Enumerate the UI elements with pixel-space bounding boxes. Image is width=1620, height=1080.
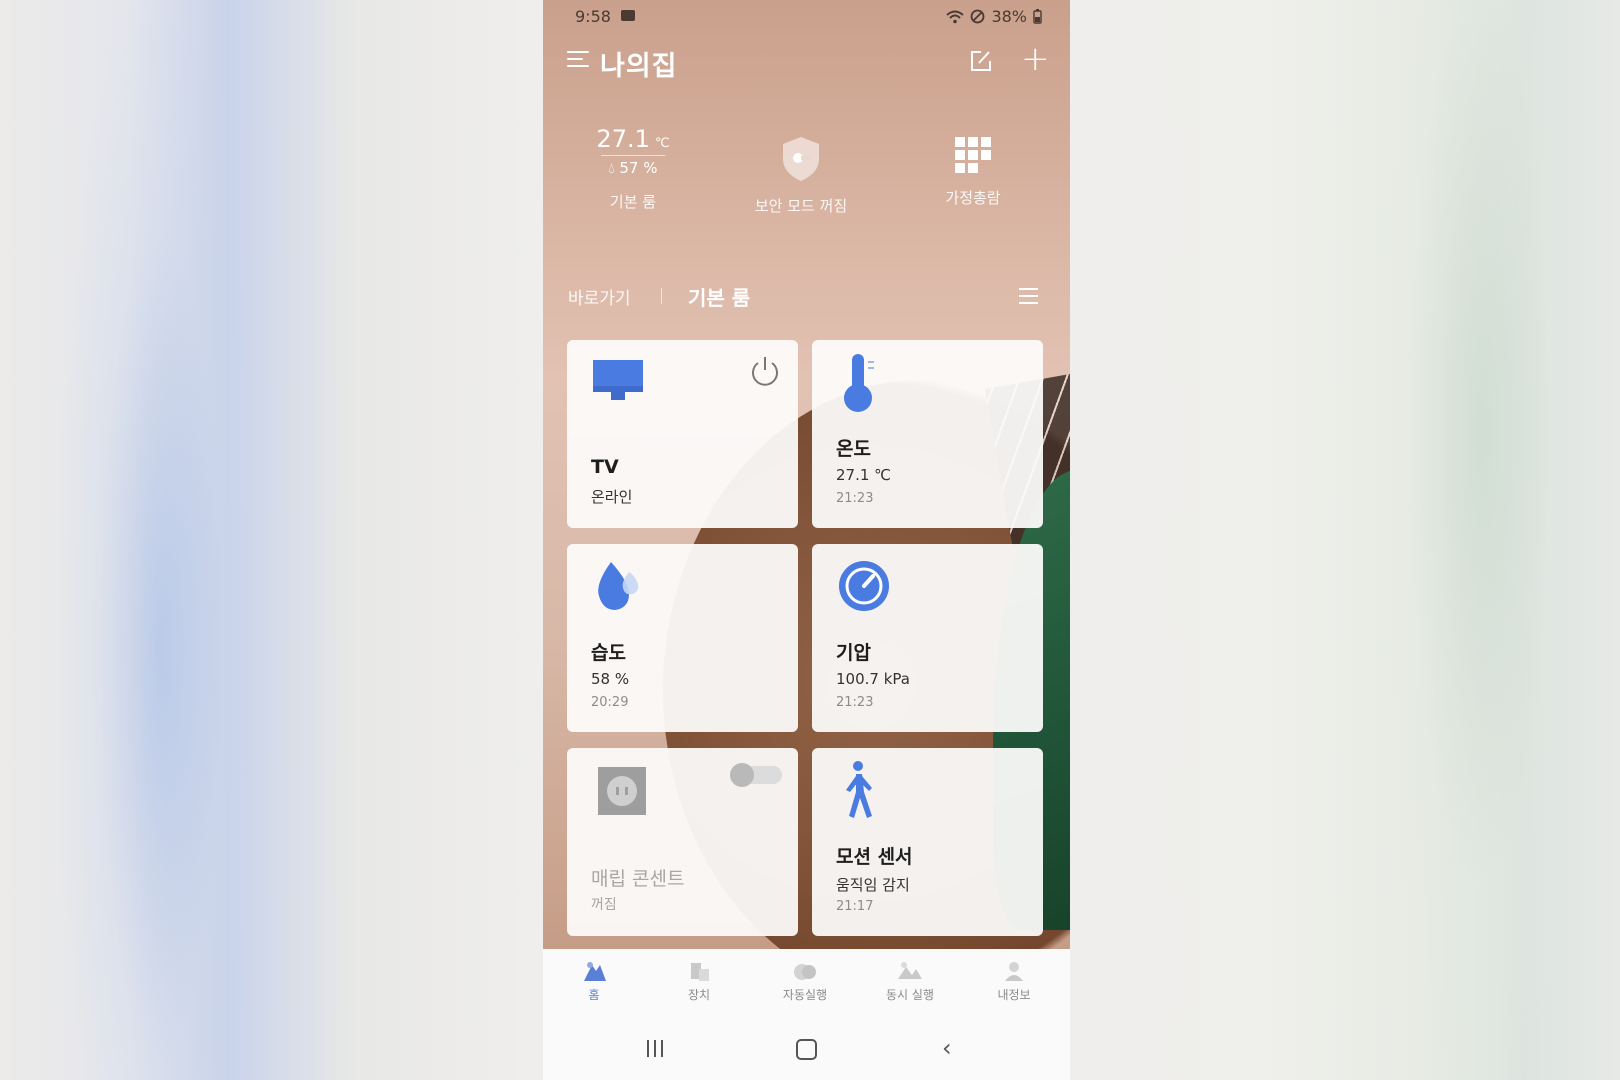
scene-icon <box>898 962 922 979</box>
device-name: 온도 <box>836 438 871 460</box>
home-button-icon[interactable] <box>796 1039 817 1060</box>
home-overview[interactable]: 가정총람 <box>913 135 1033 208</box>
device-status: 꺼짐 <box>591 897 617 913</box>
profile-icon <box>1005 962 1023 981</box>
thermometer-icon <box>844 354 874 412</box>
divider <box>601 155 665 156</box>
tab-divider <box>661 288 662 304</box>
status-right: 38% <box>946 7 1042 26</box>
screen-record-icon <box>621 10 635 21</box>
power-icon[interactable] <box>748 354 782 388</box>
status-time: 9:58 <box>575 7 611 26</box>
menu-icon[interactable] <box>567 51 589 71</box>
battery-icon <box>1033 9 1042 24</box>
nav-scenes[interactable]: 동시 실행 <box>865 959 955 1003</box>
bottom-nav: 홈 장치 자동실행 동시 실행 내정보 <box>543 949 1070 1019</box>
summary-temp-unit: ℃ <box>654 136 670 151</box>
device-value: 100.7 kPa <box>836 670 910 688</box>
device-card-temperature[interactable]: 온도 27.1 ℃ 21:23 <box>812 340 1043 528</box>
device-status: 움직임 감지 <box>836 876 910 894</box>
device-value: 27.1 ℃ <box>836 466 892 484</box>
home-icon <box>584 962 606 981</box>
gauge-icon <box>839 561 889 611</box>
nav-label: 장치 <box>687 988 711 1002</box>
walking-person-icon <box>846 761 872 818</box>
device-status: 온라인 <box>591 488 633 506</box>
device-card-humidity[interactable]: 습도 58 % 20:29 <box>567 544 798 732</box>
temp-summary-label: 기본 룸 <box>609 193 657 211</box>
device-time: 20:29 <box>591 695 629 710</box>
summary-temp: 27.1 <box>596 125 650 153</box>
security-shield-icon <box>783 137 819 181</box>
device-card-tv[interactable]: TV 온라인 <box>567 340 798 528</box>
status-bar: 9:58 38% <box>543 0 1070 32</box>
page-title: 나의집 <box>600 51 678 82</box>
nav-label: 홈 <box>588 988 600 1002</box>
automation-icon <box>794 964 816 980</box>
back-icon[interactable]: ‹ <box>942 1034 952 1062</box>
nav-label: 동시 실행 <box>886 988 934 1002</box>
device-card-motion[interactable]: 모션 센서 움직임 감지 21:17 <box>812 748 1043 936</box>
device-time: 21:17 <box>836 899 874 914</box>
device-card-outlet[interactable]: 매립 콘센트 꺼짐 <box>567 748 798 936</box>
nav-automation[interactable]: 자동실행 <box>760 959 850 1003</box>
device-icon <box>691 963 709 981</box>
nav-home[interactable]: 홈 <box>549 959 639 1003</box>
list-menu-icon[interactable] <box>1019 288 1038 309</box>
tv-icon <box>593 360 643 400</box>
device-value: 58 % <box>591 670 630 688</box>
water-drop-icon <box>598 562 639 610</box>
nav-profile[interactable]: 내정보 <box>969 959 1059 1003</box>
security-mode[interactable]: 보안 모드 꺼짐 <box>731 135 871 216</box>
device-name: 습도 <box>591 642 626 664</box>
home-summary: 27.1 ℃ 💧︎ 57 % 기본 룸 보안 모드 꺼짐 가정총람 <box>543 120 1070 220</box>
tab-shortcut[interactable]: 바로가기 <box>568 284 631 309</box>
home-overview-label: 가정총람 <box>945 189 1001 207</box>
system-nav-bar: ‹ <box>543 1019 1070 1080</box>
app-header: 나의집 + <box>543 42 1070 82</box>
temp-summary[interactable]: 27.1 ℃ 💧︎ 57 % 기본 룸 <box>583 125 683 212</box>
outlet-icon <box>598 767 646 815</box>
nav-label: 자동실행 <box>782 988 828 1002</box>
security-label: 보안 모드 꺼짐 <box>754 197 848 215</box>
battery-percent: 38% <box>991 7 1027 26</box>
device-time: 21:23 <box>836 491 874 506</box>
humidity-drop-icon: 💧︎ <box>608 159 615 177</box>
edit-icon[interactable] <box>968 48 994 74</box>
do-not-disturb-icon <box>971 9 985 24</box>
device-card-pressure[interactable]: 기압 100.7 kPa 21:23 <box>812 544 1043 732</box>
recent-apps-icon[interactable] <box>647 1040 663 1057</box>
room-tabs: 바로가기 기본 룸 <box>543 282 1070 314</box>
background-blur-left <box>60 0 260 1080</box>
tab-basic-room[interactable]: 기본 룸 <box>688 282 750 311</box>
device-time: 21:23 <box>836 695 874 710</box>
device-name: 모션 센서 <box>836 846 913 868</box>
summary-humidity: 57 % <box>619 159 658 177</box>
phone-screen: 9:58 38% 나의집 + 27.1 ℃ 💧︎ 57 % 기본 룸 보안 모드… <box>543 0 1070 1080</box>
wifi-icon <box>946 10 965 23</box>
add-icon[interactable]: + <box>1021 42 1050 76</box>
toggle-knob <box>730 763 754 787</box>
grid-icon <box>955 137 991 173</box>
device-name: 매립 콘센트 <box>591 868 685 890</box>
nav-label: 내정보 <box>997 988 1031 1002</box>
device-name: 기압 <box>836 642 871 664</box>
outlet-toggle[interactable] <box>730 763 782 787</box>
background-blur-right <box>1380 0 1580 1080</box>
nav-devices[interactable]: 장치 <box>654 959 744 1003</box>
device-name: TV <box>591 456 619 478</box>
